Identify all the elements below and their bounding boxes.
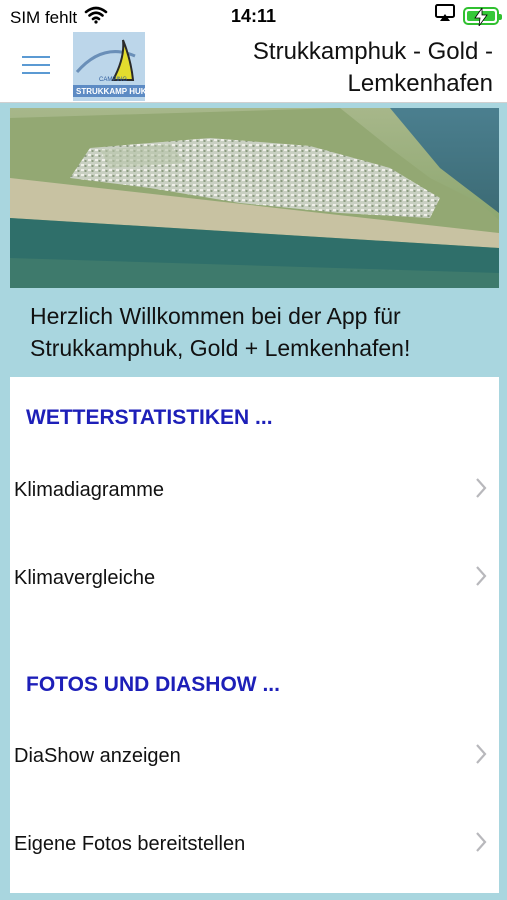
aerial-photo [10,108,499,288]
section-title-weather: WETTERSTATISTIKEN ... [26,406,273,429]
status-right [435,4,502,27]
chevron-right-icon [475,831,487,858]
airplay-icon [435,4,455,27]
list-item-diashow[interactable]: DiaShow anzeigen [10,727,499,787]
welcome-text: Herzlich Willkommen bei der App für Stru… [30,303,411,361]
status-bar: SIM fehlt 14:11 [0,0,507,32]
list-item-klimadiagramme[interactable]: Klimadiagramme [10,461,499,521]
svg-text:STRUKKAMP HUK: STRUKKAMP HUK [76,87,145,96]
list-item-eigene-fotos[interactable]: Eigene Fotos bereitstellen [10,815,499,875]
list-item-label: Eigene Fotos bereitstellen [14,833,246,855]
chevron-right-icon [475,743,487,770]
list-item-label: Klimavergleiche [14,567,156,589]
chevron-right-icon [475,477,487,504]
menu-button[interactable] [22,50,50,84]
page-title: Strukkamphuk - Gold - Lemkenhafen [252,38,493,97]
camping-logo: CAMPING STRUKKAMP HUK [73,32,145,101]
nav-bar: CAMPING STRUKKAMP HUK Strukkamphuk - Gol… [0,32,507,103]
section-title-photos: FOTOS UND DIASHOW ... [26,673,280,696]
chevron-right-icon [475,565,487,592]
svg-text:CAMPING: CAMPING [99,77,127,83]
content-panel: WETTERSTATISTIKEN ... Klimadiagramme Kli… [10,377,499,893]
menu-icon [22,56,50,58]
list-item-label: Klimadiagramme [14,479,165,501]
list-item-label: DiaShow anzeigen [14,745,181,767]
battery-icon [463,6,502,26]
status-time: 14:11 [230,6,277,26]
list-item-klimavergleiche[interactable]: Klimavergleiche [10,549,499,609]
